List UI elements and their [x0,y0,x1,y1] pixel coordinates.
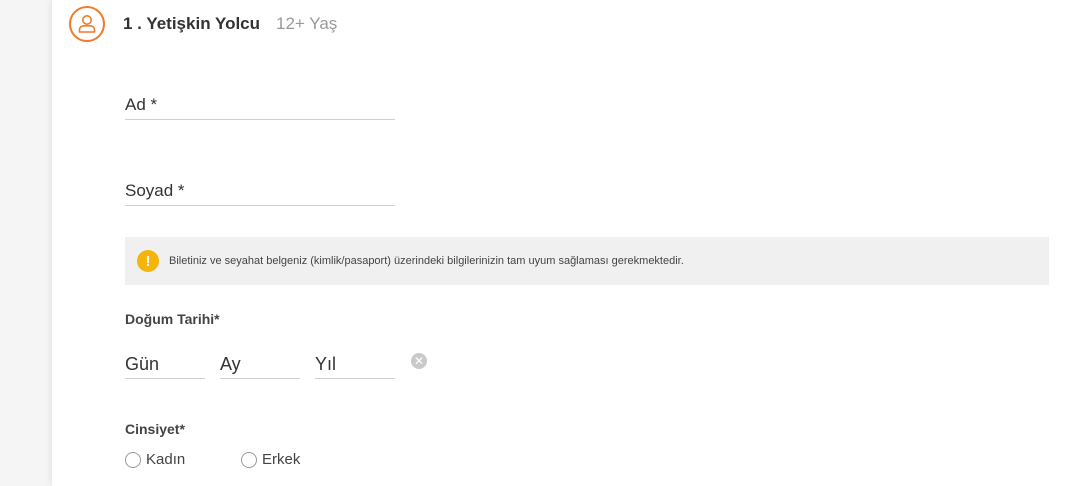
last-name-field[interactable]: Soyad * [125,175,395,206]
radio-circle-icon[interactable] [125,451,141,468]
birth-date-label: Doğum Tarihi* [125,311,220,327]
gender-label: Cinsiyet* [125,421,185,437]
info-text: Biletiniz ve seyahat belgeniz (kimlik/pa… [169,255,684,267]
birth-month-field[interactable]: Ay [220,348,300,379]
birth-day-label: Gün [125,354,160,374]
gender-option-label: Erkek [262,451,301,468]
info-banner: ! Biletiniz ve seyahat belgeniz (kimlik/… [125,237,1049,285]
last-name-label: Soyad * [125,181,185,200]
passenger-header: 1 . Yetişkin Yolcu 12+ Yaş [69,5,337,43]
info-icon: ! [137,250,159,272]
first-name-field[interactable]: Ad * [125,89,395,120]
first-name-label: Ad * [125,95,158,114]
user-icon [69,6,105,42]
gender-option-label: Kadın [146,451,186,468]
clear-date-icon[interactable]: ✕ [411,353,427,369]
birth-day-field[interactable]: Gün [125,348,205,379]
birth-year-field[interactable]: Yıl [315,348,395,379]
passenger-age-group: 12+ Yaş [276,14,338,33]
radio-circle-icon[interactable] [241,451,257,468]
birth-month-label: Ay [220,354,241,374]
gender-option-male[interactable]: Erkek [241,451,300,468]
gender-option-female[interactable]: Kadın [125,451,185,468]
passenger-card: 1 . Yetişkin Yolcu 12+ Yaş Ad * Soyad * … [52,0,1071,486]
passenger-title: 1 . Yetişkin Yolcu [123,14,261,33]
birth-year-label: Yıl [315,354,337,374]
